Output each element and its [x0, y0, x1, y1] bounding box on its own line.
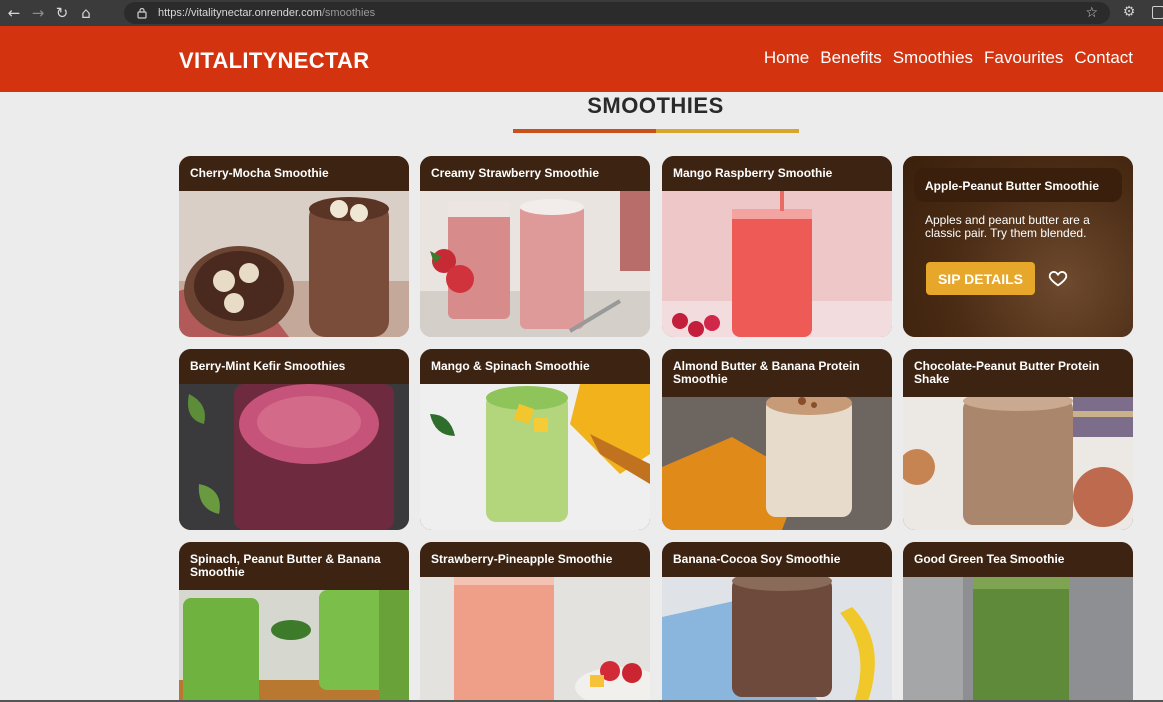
card-title: Almond Butter & Banana Protein Smoothie	[662, 349, 892, 397]
smoothie-image	[903, 397, 1133, 530]
lock-icon[interactable]	[136, 7, 148, 19]
card-title: Strawberry-Pineapple Smoothie	[420, 542, 650, 577]
nav-benefits[interactable]: Benefits	[820, 48, 881, 68]
nav-favourites[interactable]: Favourites	[984, 48, 1063, 68]
card-title: Spinach, Peanut Butter & Banana Smoothie	[179, 542, 409, 590]
card-title: Berry-Mint Kefir Smoothies	[179, 349, 409, 384]
card-title: Good Green Tea Smoothie	[903, 542, 1133, 577]
smoothie-card-expanded[interactable]: Apple-Peanut Butter Smoothie Apples and …	[903, 156, 1133, 337]
smoothie-card[interactable]: Chocolate-Peanut Butter Protein Shake	[903, 349, 1133, 530]
url-path: /smoothies	[321, 7, 376, 19]
bookmark-star-icon[interactable]: ☆	[1085, 5, 1098, 21]
smoothie-card[interactable]: Almond Butter & Banana Protein Smoothie	[662, 349, 892, 530]
home-icon[interactable]: ⌂	[74, 0, 98, 26]
title-underline	[513, 129, 799, 133]
card-description: Apples and peanut butter are a classic p…	[925, 213, 1090, 240]
main-nav: Home Benefits Smoothies Favourites Conta…	[753, 48, 1133, 68]
smoothie-card[interactable]: Strawberry-Pineapple Smoothie	[420, 542, 650, 702]
smoothie-card[interactable]: Mango & Spinach Smoothie	[420, 349, 650, 530]
smoothie-image	[420, 191, 650, 337]
site-header: VITALITYNECTAR Home Benefits Smoothies F…	[0, 26, 1163, 92]
site-logo[interactable]: VITALITYNECTAR	[179, 48, 369, 74]
nav-home[interactable]: Home	[764, 48, 809, 68]
url-host: https://vitalitynectar.onrender.com	[158, 7, 322, 19]
forward-icon[interactable]: →	[26, 0, 50, 26]
smoothie-image	[662, 191, 892, 337]
split-screen-icon[interactable]	[1152, 6, 1163, 19]
section-title: SMOOTHIES	[587, 93, 724, 118]
card-title: Creamy Strawberry Smoothie	[420, 156, 650, 191]
sip-details-button[interactable]: SIP DETAILS	[926, 262, 1035, 295]
nav-smoothies[interactable]: Smoothies	[893, 48, 973, 68]
card-title: Chocolate-Peanut Butter Protein Shake	[903, 349, 1133, 397]
smoothie-card[interactable]: Good Green Tea Smoothie	[903, 542, 1133, 702]
card-title: Banana-Cocoa Soy Smoothie	[662, 542, 892, 577]
smoothie-image	[903, 577, 1133, 702]
smoothie-image	[420, 577, 650, 702]
smoothie-card[interactable]: Spinach, Peanut Butter & Banana Smoothie	[179, 542, 409, 702]
nav-contact[interactable]: Contact	[1074, 48, 1133, 68]
smoothie-card[interactable]: Cherry-Mocha Smoothie	[179, 156, 409, 337]
back-icon[interactable]: ←	[2, 0, 26, 26]
card-title: Apple-Peanut Butter Smoothie	[914, 168, 1122, 202]
logo-part-2: NECTAR	[277, 48, 370, 73]
smoothie-card[interactable]: Banana-Cocoa Soy Smoothie	[662, 542, 892, 702]
reload-icon[interactable]: ↻	[50, 0, 74, 26]
card-title: Mango Raspberry Smoothie	[662, 156, 892, 191]
smoothie-card[interactable]: Mango Raspberry Smoothie	[662, 156, 892, 337]
smoothie-image	[179, 590, 409, 702]
card-title: Mango & Spinach Smoothie	[420, 349, 650, 384]
smoothie-image	[179, 191, 409, 337]
smoothie-image	[662, 577, 892, 702]
smoothie-card[interactable]: Creamy Strawberry Smoothie	[420, 156, 650, 337]
logo-part-1: VITALITY	[179, 48, 278, 73]
card-title: Cherry-Mocha Smoothie	[179, 156, 409, 191]
url-text: https://vitalitynectar.onrender.com/smoo…	[158, 7, 375, 19]
smoothie-image	[179, 384, 409, 530]
smoothie-card[interactable]: Berry-Mint Kefir Smoothies	[179, 349, 409, 530]
smoothie-image	[662, 397, 892, 530]
favourite-heart-icon[interactable]	[1047, 267, 1069, 289]
address-bar[interactable]: https://vitalitynectar.onrender.com/smoo…	[124, 2, 1110, 24]
browser-toolbar: ← → ↻ ⌂ https://vitalitynectar.onrender.…	[0, 0, 1163, 26]
smoothie-image	[420, 384, 650, 530]
extensions-icon[interactable]: ⚙	[1120, 4, 1138, 22]
